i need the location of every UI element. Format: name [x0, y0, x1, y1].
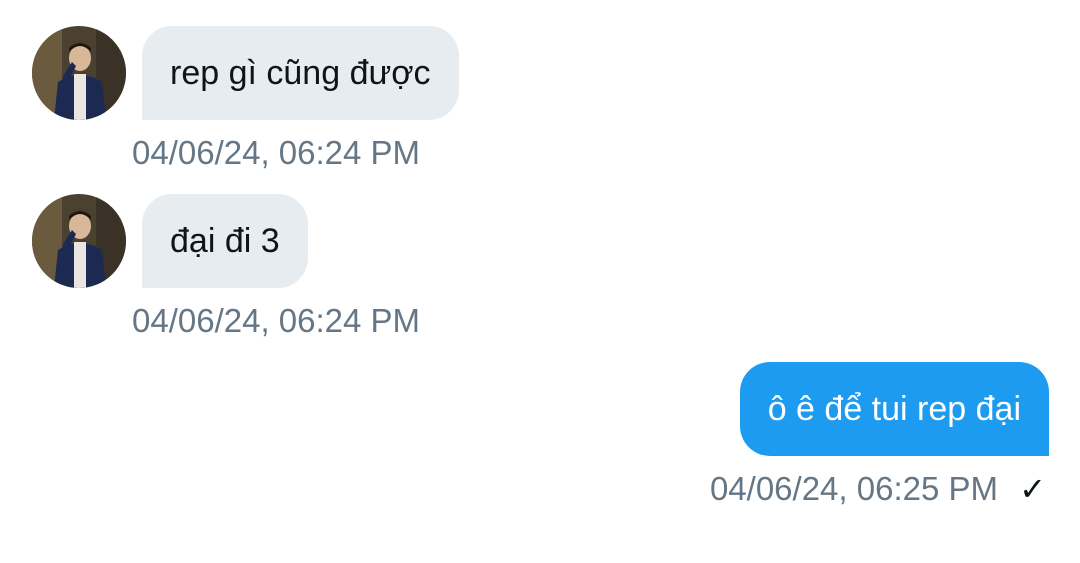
message-text: ô ê để tui rep đại: [767, 390, 1021, 428]
message-text: đại đi 3: [170, 222, 280, 260]
message-bubble-received[interactable]: rep gì cũng được: [142, 26, 459, 120]
message-text: rep gì cũng được: [170, 54, 431, 92]
message-bubble-received[interactable]: đại đi 3: [142, 194, 308, 288]
message-bubble-sent[interactable]: ô ê để tui rep đại: [739, 362, 1049, 456]
user-avatar-icon: [32, 26, 126, 120]
user-avatar-icon: [32, 194, 126, 288]
checkmark-icon: ✓: [1019, 471, 1046, 507]
avatar[interactable]: [32, 26, 126, 120]
message-timestamp: 04/06/24, 06:25 PM: [709, 470, 998, 507]
message-timestamp: 04/06/24, 06:24 PM: [132, 134, 421, 171]
message-timestamp: 04/06/24, 06:24 PM: [132, 302, 421, 339]
avatar[interactable]: [32, 194, 126, 288]
